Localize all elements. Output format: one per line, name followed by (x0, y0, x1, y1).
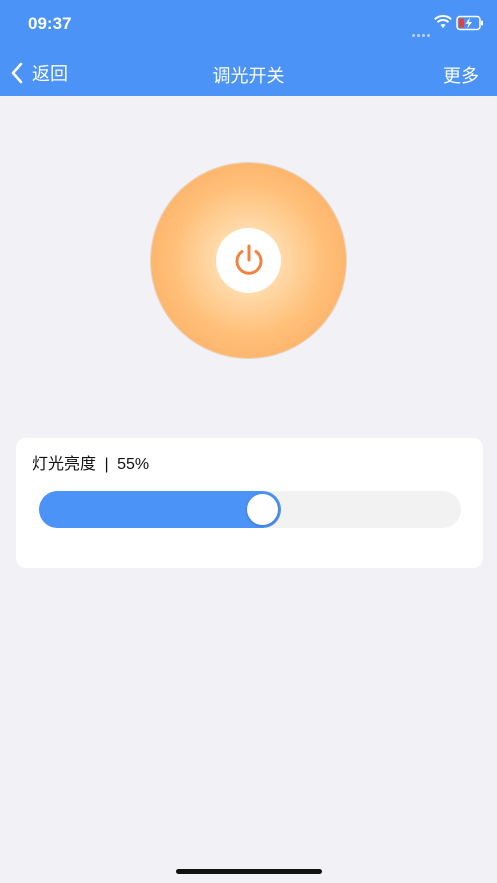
cellular-signal-icon (412, 22, 432, 37)
home-indicator (176, 869, 322, 874)
brightness-slider-fill (39, 491, 281, 528)
power-button[interactable] (216, 228, 281, 293)
power-toggle[interactable] (151, 163, 346, 358)
brightness-label-row: 灯光亮度 | 55% (32, 450, 149, 474)
brightness-value: 55% (117, 456, 150, 473)
status-bar: 09:37 (0, 0, 497, 50)
power-icon (235, 244, 262, 275)
nav-bar: 返回 调光开关 更多 (0, 50, 497, 96)
brightness-separator: | (104, 456, 109, 473)
top-bar: 09:37 返回 调光开关 更多 (0, 0, 497, 96)
battery-charging-icon (456, 15, 483, 31)
status-time: 09:37 (28, 14, 72, 33)
page-title: 调光开关 (212, 66, 285, 86)
brightness-slider[interactable] (39, 491, 461, 528)
brightness-card: 灯光亮度 | 55% (16, 438, 483, 568)
brightness-label: 灯光亮度 (32, 456, 97, 473)
wifi-icon (434, 15, 452, 28)
brightness-slider-thumb[interactable] (247, 494, 278, 525)
more-button[interactable]: 更多 (443, 62, 479, 88)
